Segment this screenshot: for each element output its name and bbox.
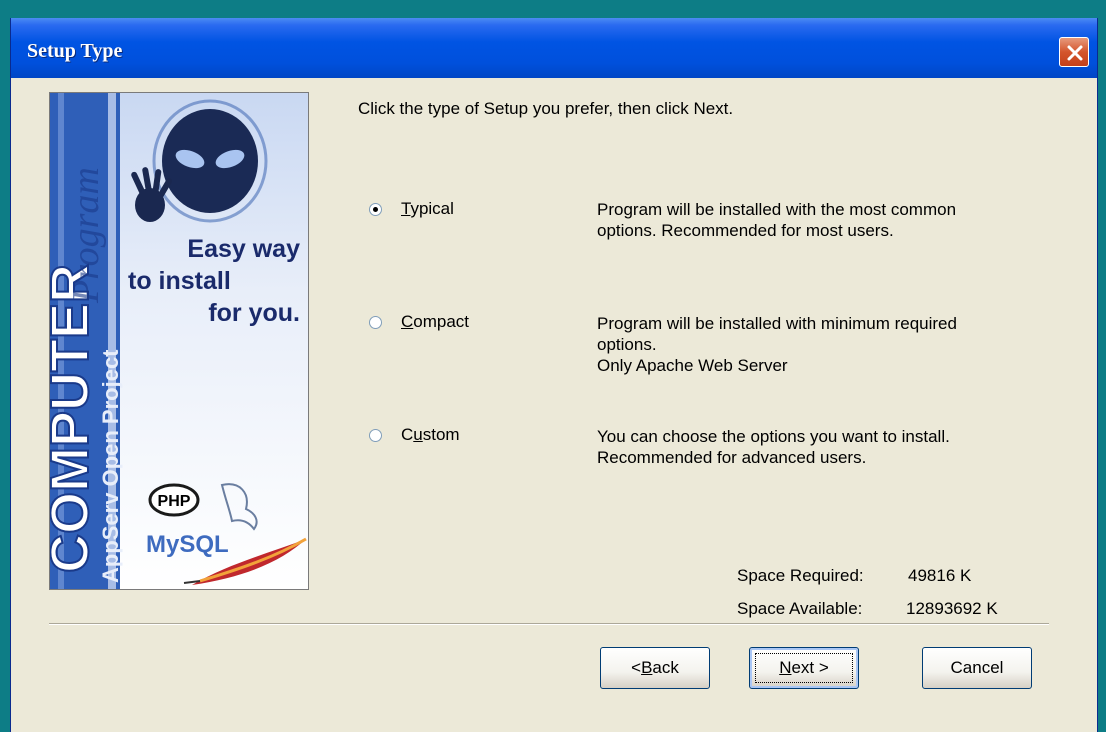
window-title: Setup Type — [27, 40, 123, 62]
next-button[interactable]: Next > — [749, 647, 859, 689]
banner-art: COMPUTER AppServ Open Project Program Ea… — [50, 93, 307, 589]
php-logo: PHP — [148, 483, 200, 517]
space-available-value: 12893692 K — [906, 599, 998, 618]
button-divider — [49, 623, 1049, 625]
tagline-line3: for you. — [208, 299, 300, 327]
radio-compact[interactable] — [369, 316, 382, 329]
option-compact-description: Program will be installed with minimum r… — [597, 314, 957, 375]
tagline-line1: Easy way — [187, 235, 300, 263]
space-required-value: 49816 K — [908, 566, 972, 585]
option-typical-label[interactable]: Typical — [401, 199, 454, 219]
option-custom-description: You can choose the options you want to i… — [597, 427, 950, 467]
option-typical-description: Program will be installed with the most … — [597, 200, 957, 240]
radio-custom[interactable] — [369, 429, 382, 442]
space-required-label: Space Required: — [737, 566, 864, 585]
dolphin-icon — [220, 483, 258, 531]
banner-vertical-text: AppServ Open Project — [98, 349, 123, 583]
mysql-text: MySQL — [146, 531, 229, 558]
banner-script-text: Program — [65, 167, 107, 304]
tagline-line2: to install — [128, 267, 231, 295]
next-button-focus-ring — [755, 653, 853, 683]
title-bar[interactable]: Setup Type — [11, 18, 1097, 78]
option-compact-label[interactable]: Compact — [401, 312, 469, 332]
option-custom-label[interactable]: Custom — [401, 425, 460, 445]
close-icon — [1067, 45, 1083, 61]
space-available-label: Space Available: — [737, 599, 863, 618]
instruction-text: Click the type of Setup you prefer, then… — [358, 99, 734, 118]
back-button[interactable]: < Back — [600, 647, 710, 689]
cancel-button[interactable]: Cancel — [922, 647, 1032, 689]
setup-banner-image: COMPUTER AppServ Open Project Program Ea… — [49, 92, 309, 590]
radio-typical-dot — [373, 207, 378, 212]
php-text: PHP — [158, 493, 191, 510]
alien-icon — [152, 99, 268, 223]
banner-logo-text: COMPUTER — [50, 264, 100, 573]
close-button[interactable] — [1059, 37, 1089, 67]
radio-typical[interactable] — [369, 203, 382, 216]
